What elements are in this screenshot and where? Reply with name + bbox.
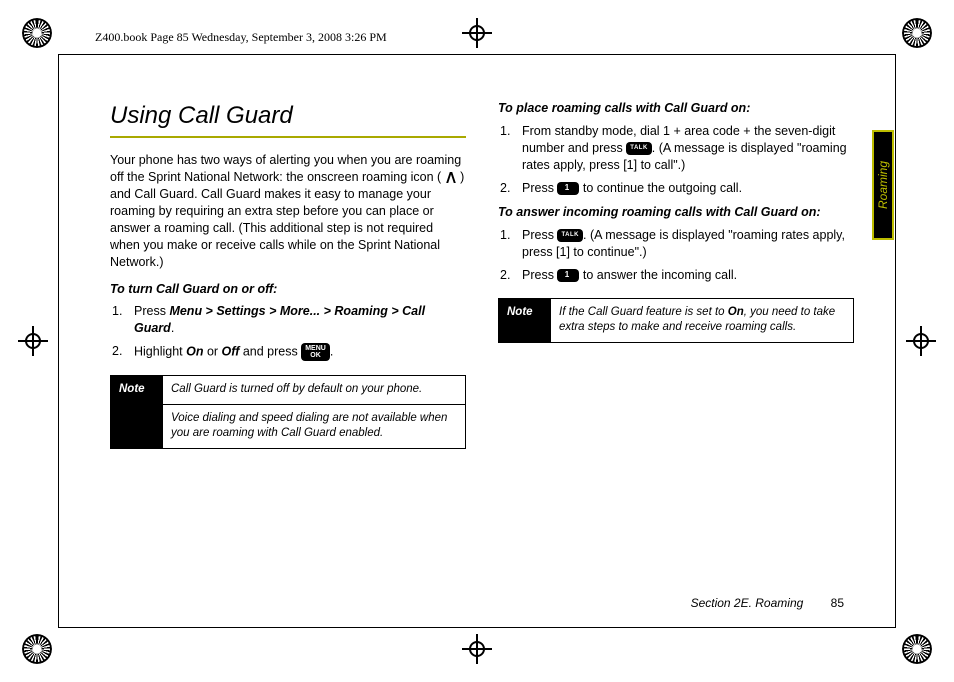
step-number: 2. [500, 180, 510, 197]
step-text: Highlight [134, 344, 186, 358]
step-number: 1. [500, 123, 510, 140]
page-title: Using Call Guard [110, 100, 466, 132]
step-item: 2. Press to answer the incoming call. [516, 267, 854, 284]
registration-mark-icon [910, 330, 932, 352]
step-number: 2. [500, 267, 510, 284]
note-label: Note [111, 376, 163, 448]
note-cell: If the Call Guard feature is set to On, … [551, 299, 853, 342]
step-text: to continue the outgoing call. [579, 181, 742, 195]
crop-line [58, 627, 896, 628]
step-text: or [203, 344, 221, 358]
note-body: Call Guard is turned off by default on y… [163, 376, 465, 448]
note-on: On [728, 306, 744, 318]
step-item: 2. Highlight On or Off and press MENUOK. [128, 343, 466, 361]
step-text: . [330, 344, 333, 358]
subhead-place-calls: To place roaming calls with Call Guard o… [498, 100, 854, 117]
right-column: To place roaming calls with Call Guard o… [498, 100, 854, 592]
subhead-turn-on-off: To turn Call Guard on or off: [110, 281, 466, 298]
roaming-icon [445, 172, 457, 184]
intro-text-b: ) and Call Guard. Call Guard makes it ea… [110, 170, 464, 268]
step-number: 1. [500, 227, 510, 244]
crop-line [58, 54, 59, 628]
crop-line [895, 54, 896, 628]
crop-mark-icon [22, 18, 52, 48]
step-text: Press [522, 181, 557, 195]
note-box: Note Call Guard is turned off by default… [110, 375, 466, 449]
crop-mark-icon [902, 634, 932, 664]
note-text: If the Call Guard feature is set to [559, 306, 728, 318]
step-item: 1. Press TALK. (A message is displayed "… [516, 227, 854, 261]
step-item: 1. Press Menu > Settings > More... > Roa… [128, 303, 466, 337]
menu-path: Menu > Settings > More... > Roaming > Ca… [134, 304, 425, 335]
intro-text-a: Your phone has two ways of alerting you … [110, 153, 461, 184]
registration-mark-icon [466, 638, 488, 660]
book-info-header: Z400.book Page 85 Wednesday, September 3… [95, 30, 387, 45]
registration-mark-icon [466, 22, 488, 44]
steps-turn: 1. Press Menu > Settings > More... > Roa… [110, 303, 466, 361]
step-text: and press [239, 344, 301, 358]
note-box: Note If the Call Guard feature is set to… [498, 298, 854, 343]
note-cell: Voice dialing and speed dialing are not … [163, 404, 465, 448]
section-tab-label: Roaming [876, 161, 890, 209]
step-text: Press [522, 228, 557, 242]
footer-page-number: 85 [831, 596, 844, 610]
registration-mark-icon [22, 330, 44, 352]
crop-mark-icon [22, 634, 52, 664]
page-footer: Section 2E. Roaming 85 [691, 596, 844, 610]
left-column: Using Call Guard Your phone has two ways… [110, 100, 466, 592]
step-number: 1. [112, 303, 122, 320]
steps-answer: 1. Press TALK. (A message is displayed "… [498, 227, 854, 284]
section-tab-roaming: Roaming [872, 130, 894, 240]
subhead-answer-calls: To answer incoming roaming calls with Ca… [498, 204, 854, 221]
step-text: Press [134, 304, 169, 318]
step-number: 2. [112, 343, 122, 360]
footer-section: Section 2E. Roaming [691, 596, 804, 610]
title-rule [110, 136, 466, 138]
page-content: Using Call Guard Your phone has two ways… [110, 100, 854, 592]
step-text: Press [522, 268, 557, 282]
note-label: Note [499, 299, 551, 342]
steps-place: 1. From standby mode, dial 1 + area code… [498, 123, 854, 197]
crop-line [58, 54, 896, 55]
crop-mark-icon [902, 18, 932, 48]
note-cell: Call Guard is turned off by default on y… [163, 376, 465, 404]
menu-ok-key-icon: MENUOK [301, 343, 330, 361]
option-on: On [186, 344, 203, 358]
one-key-icon [557, 182, 579, 195]
note-body: If the Call Guard feature is set to On, … [551, 299, 853, 342]
step-text: . [171, 321, 174, 335]
option-off: Off [222, 344, 240, 358]
talk-key-icon: TALK [557, 229, 583, 242]
step-text: to answer the incoming call. [579, 268, 737, 282]
step-item: 2. Press to continue the outgoing call. [516, 180, 854, 197]
one-key-icon [557, 269, 579, 282]
intro-paragraph: Your phone has two ways of alerting you … [110, 152, 466, 270]
step-item: 1. From standby mode, dial 1 + area code… [516, 123, 854, 174]
talk-key-icon: TALK [626, 142, 652, 155]
